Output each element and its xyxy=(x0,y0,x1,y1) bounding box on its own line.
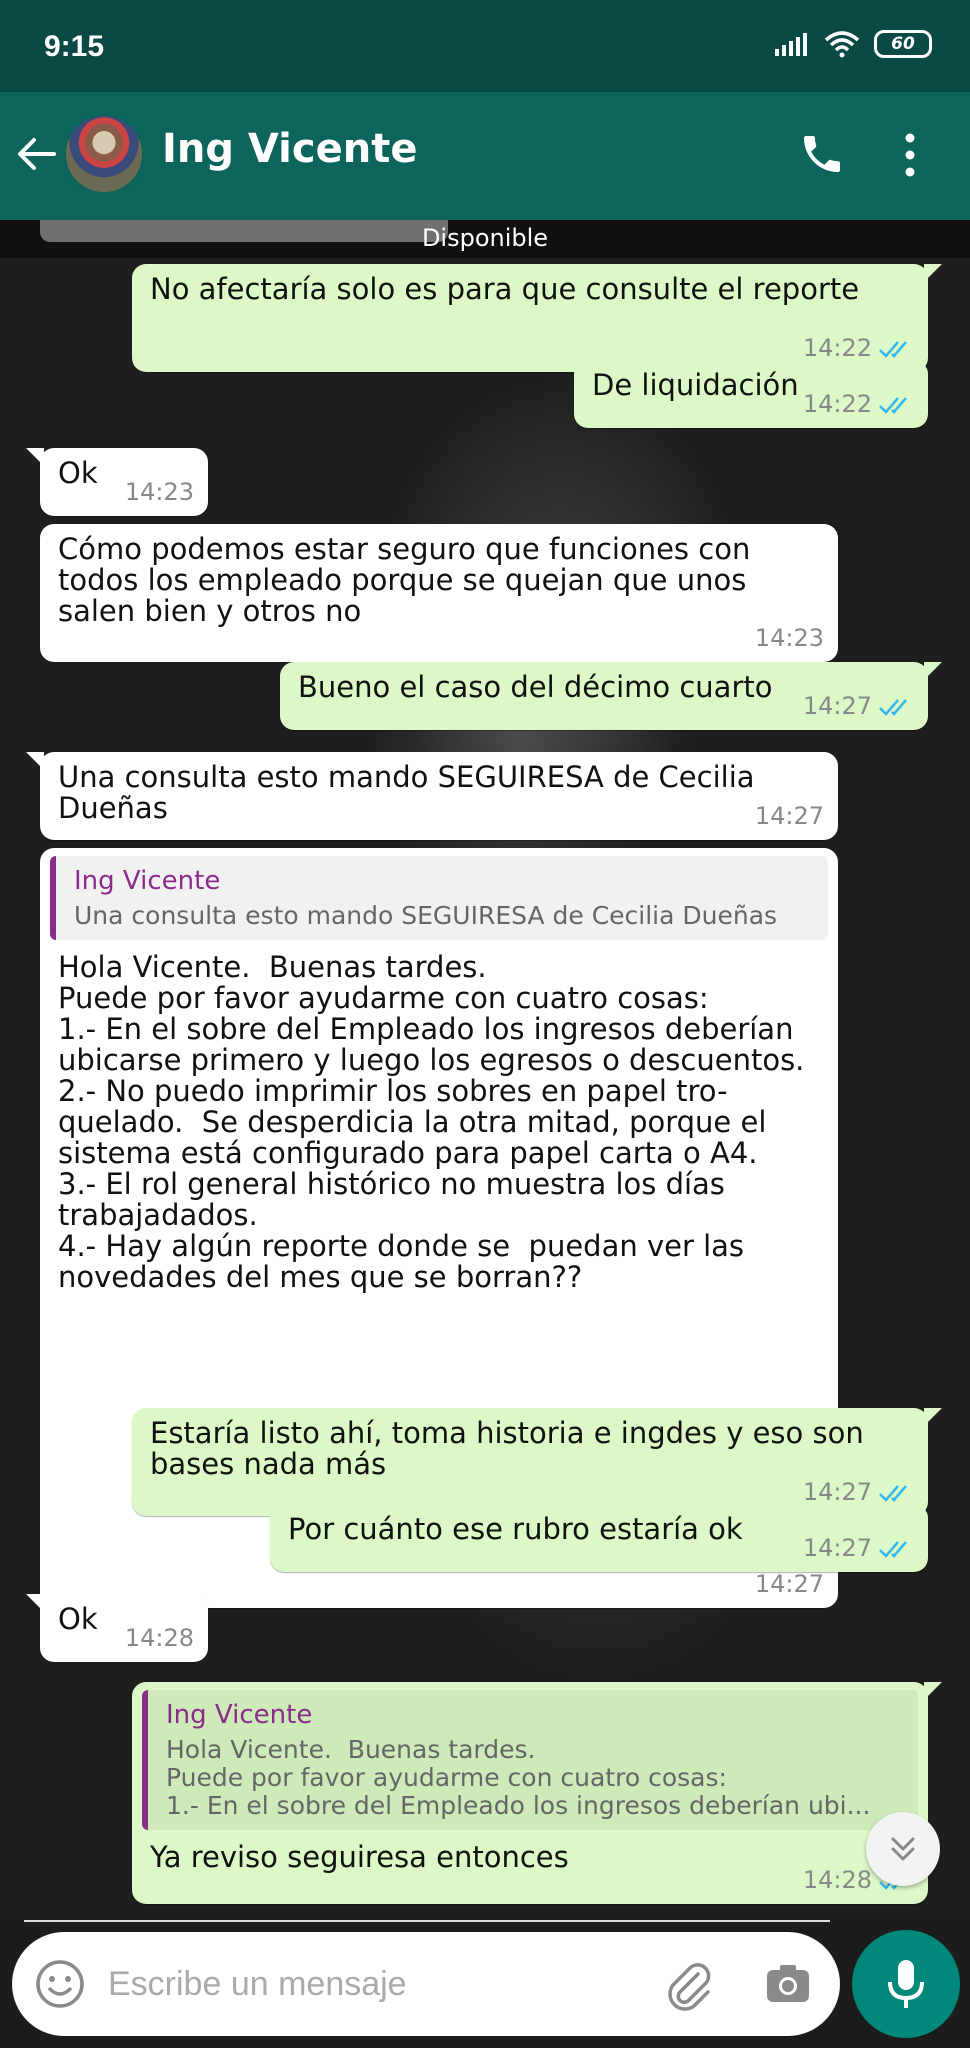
quoted-message[interactable]: Ing Vicente Una consulta esto mando SEGU… xyxy=(50,856,828,940)
quoted-text: Una consulta esto mando SEGUIRESA de Cec… xyxy=(74,901,778,930)
more-vert-icon[interactable] xyxy=(898,130,922,180)
contact-avatar[interactable] xyxy=(64,114,144,194)
message-meta: 14:27 xyxy=(803,1533,914,1564)
scroll-to-bottom-button[interactable] xyxy=(866,1812,940,1886)
message-input[interactable] xyxy=(108,1958,628,2010)
message-outgoing[interactable]: Bueno el caso del décimo cuarto 14:27 xyxy=(280,662,942,730)
message-text: Cómo podemos estar seguro que funciones … xyxy=(58,532,760,628)
wifi-icon xyxy=(824,31,860,58)
message-outgoing[interactable]: De liquidación 14:22 xyxy=(574,360,928,428)
double-check-icon xyxy=(879,698,907,716)
double-check-icon xyxy=(879,1540,907,1558)
message-time: 14:28 xyxy=(802,1866,872,1894)
quoted-message[interactable]: Ing Vicente Hola Vicente. Buenas tardes.… xyxy=(142,1690,918,1830)
composer-divider xyxy=(24,1920,830,1922)
mic-icon xyxy=(888,1960,924,2008)
chevrons-down-icon xyxy=(891,1837,915,1861)
message-incoming[interactable]: Cómo podemos estar seguro que funciones … xyxy=(40,524,838,662)
presence-status: Disponible xyxy=(0,220,970,258)
message-outgoing[interactable]: Estaría listo ahí, toma historia e ingde… xyxy=(132,1408,942,1516)
message-time: 14:27 xyxy=(754,802,824,830)
paperclip-icon[interactable] xyxy=(660,1956,716,2012)
message-outgoing-reply[interactable]: Ing Vicente Hola Vicente. Buenas tardes.… xyxy=(132,1682,942,1904)
quoted-text: Hola Vicente. Buenas tardes. Puede por f… xyxy=(166,1735,871,1820)
chat-header: Ing Vicente xyxy=(0,92,970,220)
message-time: 14:28 xyxy=(124,1624,194,1652)
message-text: Estaría listo ahí, toma historia e ingde… xyxy=(150,1416,873,1481)
message-time: 14:22 xyxy=(802,390,872,418)
double-check-icon xyxy=(879,340,907,358)
chat-area[interactable]: Disponible No afectaría solo es para que… xyxy=(0,220,970,1920)
message-text: Una consulta esto mando SEGUIRESA de Cec… xyxy=(58,760,764,825)
quoted-author: Ing Vicente xyxy=(74,866,221,896)
back-arrow-icon[interactable] xyxy=(14,132,58,176)
double-check-icon xyxy=(879,396,907,414)
message-meta: 14:27 xyxy=(755,1569,824,1600)
camera-icon[interactable] xyxy=(764,1960,812,2008)
message-composer xyxy=(12,1932,840,2036)
message-time: 14:27 xyxy=(802,692,872,720)
message-meta: 14:27 xyxy=(803,691,914,722)
battery-indicator: 60 xyxy=(874,30,932,58)
double-check-icon xyxy=(879,1484,907,1502)
message-text: No afectaría solo es para que consulte e… xyxy=(150,272,860,306)
quoted-author: Ing Vicente xyxy=(166,1700,313,1730)
contact-name[interactable]: Ing Vicente xyxy=(162,126,417,172)
message-text: Hola Vicente. Buenas tardes. Puede por f… xyxy=(58,950,805,1294)
clock: 9:15 xyxy=(44,30,105,63)
message-outgoing[interactable]: No afectaría solo es para que consulte e… xyxy=(132,264,942,372)
signal-icon xyxy=(775,33,807,56)
message-meta: 14:27 xyxy=(755,801,824,832)
message-meta: 14:23 xyxy=(755,623,824,654)
mic-button[interactable] xyxy=(852,1930,960,2038)
emoji-icon[interactable] xyxy=(34,1958,86,2010)
message-incoming[interactable]: Ok 14:28 xyxy=(26,1594,208,1662)
message-incoming[interactable]: Una consulta esto mando SEGUIRESA de Cec… xyxy=(26,752,838,840)
message-meta: 14:22 xyxy=(803,389,914,420)
message-text: Ya reviso seguiresa entonces xyxy=(150,1840,569,1874)
phone-icon[interactable] xyxy=(798,130,846,178)
message-meta: 14:23 xyxy=(125,477,194,508)
message-meta: 14:28 xyxy=(125,1623,194,1654)
message-time: 14:23 xyxy=(124,478,194,506)
status-bar: 9:15 60 xyxy=(0,0,970,92)
status-icons: 60 xyxy=(774,30,932,58)
message-outgoing[interactable]: Por cuánto ese rubro estaría ok 14:27 xyxy=(270,1504,928,1572)
message-time: 14:27 xyxy=(802,1534,872,1562)
message-time: 14:27 xyxy=(754,1570,824,1598)
message-time: 14:23 xyxy=(754,624,824,652)
message-incoming[interactable]: Ok 14:23 xyxy=(26,448,208,516)
